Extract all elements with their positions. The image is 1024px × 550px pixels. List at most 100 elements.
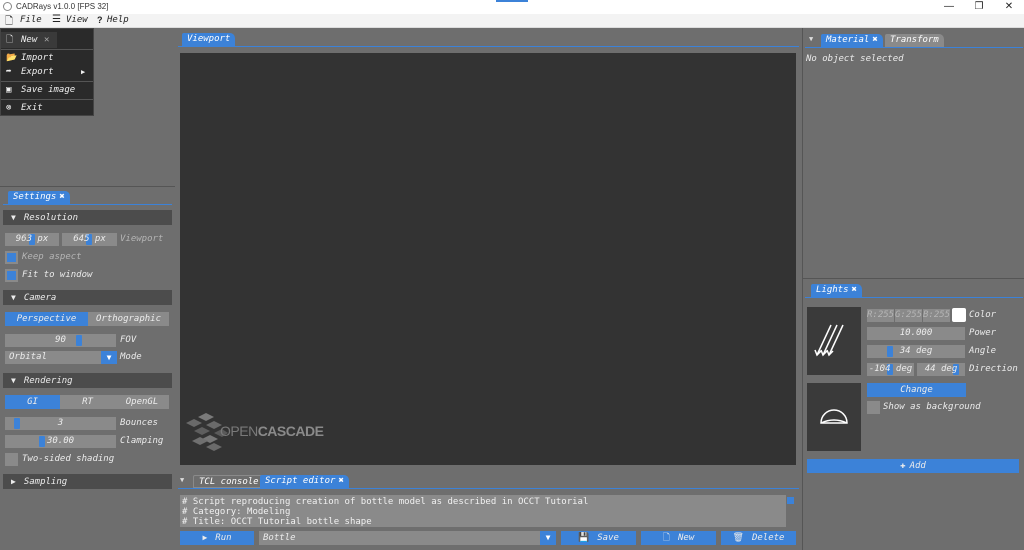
angle-slider[interactable]: 34 deg bbox=[867, 345, 965, 358]
tab-underline bbox=[3, 204, 172, 205]
show-background-checkbox[interactable] bbox=[867, 401, 880, 414]
settings-panel: Settings ✖ ▼ Resolution 963 px 645 px View… bbox=[0, 187, 175, 500]
direction-label: Direction bbox=[969, 364, 1018, 374]
material-panel: ▼ Material ✖ Transform No object selected bbox=[802, 28, 1024, 278]
keep-aspect-checkbox[interactable] bbox=[5, 251, 18, 264]
script-line: # Script reproducing creation of bottle … bbox=[182, 497, 589, 507]
resolution-height-field[interactable]: 645 px bbox=[62, 233, 117, 246]
window-title: CADRays v1.0.0 [FPS 32] bbox=[16, 2, 109, 11]
menu-item-exit[interactable]: ⊗ Exit bbox=[1, 100, 93, 116]
fit-to-window-checkbox[interactable] bbox=[5, 269, 18, 282]
gi-button[interactable]: GI bbox=[5, 395, 60, 409]
change-button[interactable]: Change bbox=[867, 383, 966, 397]
dropdown-arrow-icon: ▼ bbox=[101, 351, 117, 364]
new-file-icon: 🗋 bbox=[6, 35, 14, 45]
list-icon: ☰ bbox=[52, 14, 61, 25]
color-red-field[interactable]: R:255 bbox=[867, 309, 894, 322]
script-select[interactable]: Bottle ▼ bbox=[259, 531, 556, 545]
menu-help[interactable]: Help bbox=[107, 15, 129, 25]
direction-azimuth-field[interactable]: -104 deg bbox=[867, 363, 914, 376]
slider-handle[interactable] bbox=[14, 418, 20, 429]
tab-script-editor[interactable]: Script editor ✖ bbox=[260, 475, 349, 488]
orthographic-button[interactable]: Orthographic bbox=[88, 312, 169, 326]
resolution-header[interactable]: ▼ Resolution bbox=[3, 210, 172, 225]
close-icon[interactable]: ✖ bbox=[872, 35, 877, 45]
camera-header[interactable]: ▼ Camera bbox=[3, 290, 172, 305]
console-panel: ▼ TCL console Script editor ✖ # Script re… bbox=[175, 472, 802, 550]
menu-item-save-image[interactable]: ▣ Save image bbox=[1, 82, 93, 98]
share-arrow-icon: ➦ bbox=[6, 67, 12, 77]
no-selection-text: No object selected bbox=[806, 54, 904, 64]
close-button[interactable]: ✕ bbox=[994, 0, 1024, 14]
bounces-label: Bounces bbox=[120, 418, 158, 428]
file-menu: 🗋 New ✕ 📂 Import ➦ Export ▶ ▣ Save image… bbox=[0, 28, 94, 116]
rt-button[interactable]: RT bbox=[60, 395, 115, 409]
menu-item-export[interactable]: ➦ Export ▶ bbox=[1, 64, 93, 80]
viewport-label: Viewport bbox=[120, 234, 164, 244]
fov-slider[interactable]: 90 bbox=[5, 334, 116, 347]
script-line: # Category: Modeling bbox=[182, 507, 291, 517]
directional-light-icon[interactable] bbox=[807, 307, 861, 375]
run-button[interactable]: ▶ Run bbox=[180, 531, 254, 545]
plus-icon: ✚ bbox=[900, 461, 906, 471]
minimize-button[interactable]: — bbox=[934, 0, 964, 14]
sampling-header[interactable]: ▶ Sampling bbox=[3, 474, 172, 489]
slider-handle[interactable] bbox=[76, 335, 82, 346]
app-icon bbox=[3, 2, 12, 11]
fov-label: FOV bbox=[120, 335, 137, 345]
title-accent bbox=[496, 0, 528, 2]
help-icon: ? bbox=[97, 15, 103, 25]
collapse-down-icon: ▼ bbox=[11, 293, 16, 302]
close-icon[interactable]: ✖ bbox=[338, 476, 343, 486]
menu-item-new[interactable]: 🗋 New ✕ bbox=[1, 32, 57, 48]
collapse-down-icon: ▼ bbox=[11, 376, 16, 385]
close-icon[interactable]: ✖ bbox=[59, 192, 64, 202]
clamping-slider[interactable]: 30.00 bbox=[5, 435, 116, 448]
direction-elevation-field[interactable]: 44 deg bbox=[917, 363, 965, 376]
new-script-button[interactable]: 🗋 New bbox=[641, 531, 716, 545]
close-icon[interactable]: ✖ bbox=[852, 285, 857, 295]
perspective-button[interactable]: Perspective bbox=[5, 312, 88, 326]
viewport-panel: Viewport OPENCASCADE bbox=[175, 28, 802, 472]
trash-icon: 🗑 bbox=[732, 533, 744, 543]
color-blue-field[interactable]: B:255 bbox=[923, 309, 950, 322]
color-swatch[interactable] bbox=[952, 308, 966, 322]
script-scrollbar[interactable] bbox=[786, 495, 796, 527]
script-line: # Title: OCCT Tutorial bottle shape bbox=[182, 517, 372, 527]
close-icon[interactable]: ✕ bbox=[44, 32, 49, 48]
color-green-field[interactable]: G:255 bbox=[895, 309, 922, 322]
panel-menu-icon[interactable]: ▼ bbox=[809, 35, 813, 43]
maximize-button[interactable]: ❐ bbox=[964, 0, 994, 14]
resolution-width-field[interactable]: 963 px bbox=[5, 233, 59, 246]
opengl-button[interactable]: OpenGL bbox=[115, 395, 169, 409]
two-sided-checkbox[interactable] bbox=[5, 453, 18, 466]
mode-select[interactable]: Orbital ▼ bbox=[5, 351, 117, 364]
tab-material[interactable]: Material ✖ bbox=[821, 34, 883, 47]
add-light-button[interactable]: ✚ Add bbox=[807, 459, 1019, 473]
tab-tcl-console[interactable]: TCL console bbox=[193, 475, 265, 488]
power-field[interactable]: 10.000 bbox=[867, 327, 965, 340]
collapse-down-icon: ▼ bbox=[11, 213, 16, 222]
tab-viewport[interactable]: Viewport bbox=[182, 33, 236, 46]
save-button[interactable]: 💾 Save bbox=[561, 531, 636, 545]
power-label: Power bbox=[969, 328, 997, 338]
script-text-area[interactable]: # Script reproducing creation of bottle … bbox=[180, 495, 786, 527]
slider-handle[interactable] bbox=[39, 436, 45, 447]
opencascade-logo-text: OPENCASCADE bbox=[220, 423, 324, 439]
two-sided-label: Two-sided shading bbox=[22, 454, 115, 464]
menu-view[interactable]: View bbox=[66, 15, 88, 25]
dome-light-icon[interactable] bbox=[807, 383, 861, 451]
scrollbar-thumb[interactable] bbox=[787, 497, 794, 504]
bounces-slider[interactable]: 3 bbox=[5, 417, 116, 430]
tab-lights[interactable]: Lights ✖ bbox=[811, 284, 862, 297]
render-viewport[interactable]: OPENCASCADE bbox=[180, 53, 796, 465]
delete-button[interactable]: 🗑 Delete bbox=[721, 531, 796, 545]
slider-handle[interactable] bbox=[887, 346, 893, 357]
image-icon: ▣ bbox=[6, 85, 12, 95]
expand-right-icon: ▶ bbox=[11, 477, 16, 486]
rendering-header[interactable]: ▼ Rendering bbox=[3, 373, 172, 388]
tab-settings[interactable]: Settings ✖ bbox=[8, 191, 70, 204]
menu-file[interactable]: File bbox=[20, 15, 42, 25]
panel-menu-icon[interactable]: ▼ bbox=[180, 476, 184, 484]
tab-transform[interactable]: Transform bbox=[885, 34, 944, 47]
